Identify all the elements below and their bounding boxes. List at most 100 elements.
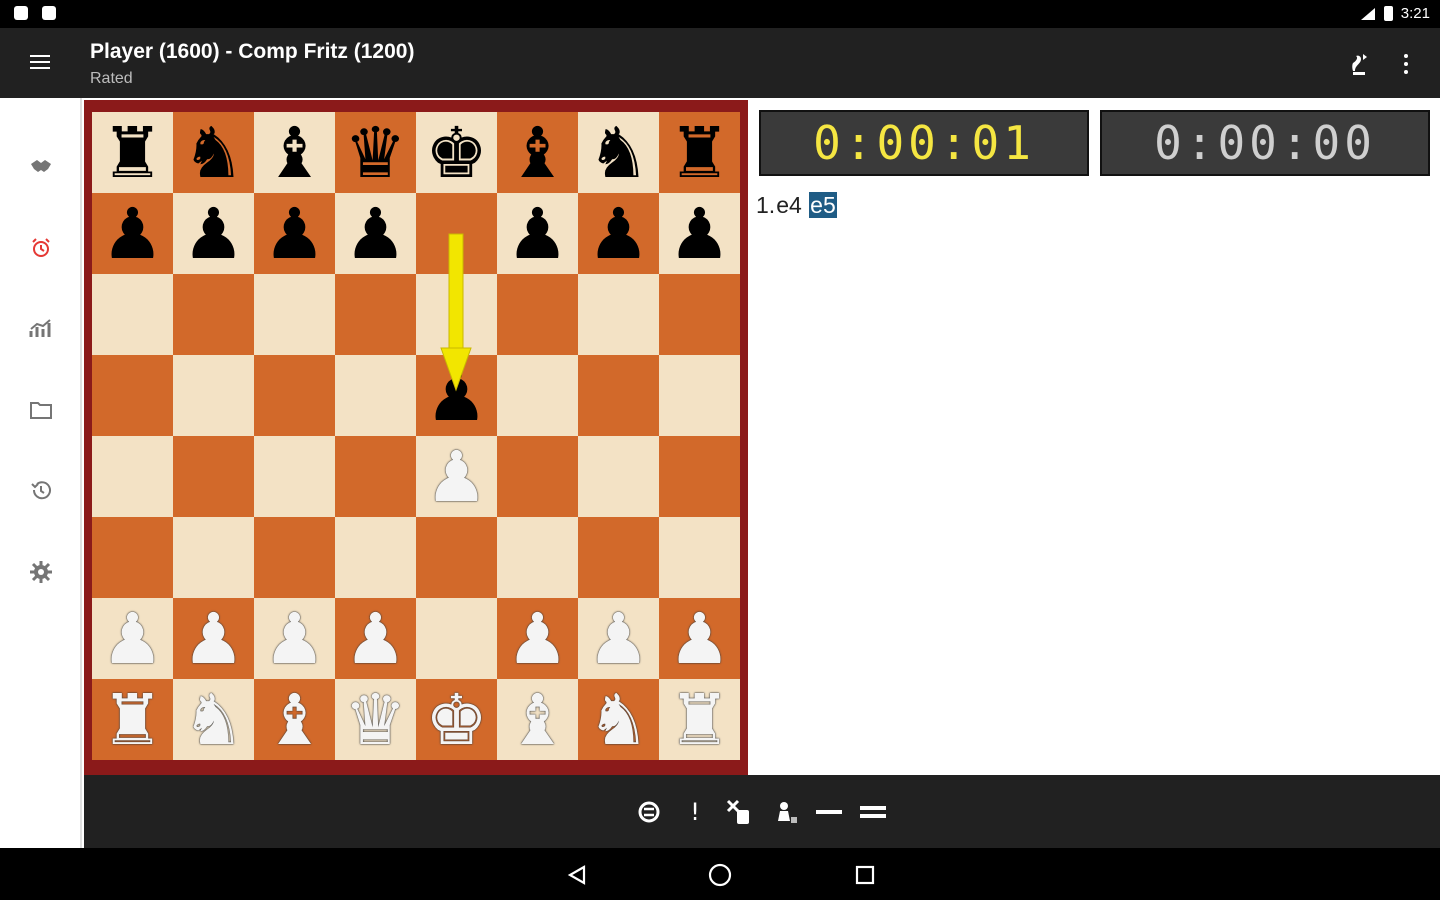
- square-b8[interactable]: ♞: [173, 112, 254, 193]
- black-rook-icon[interactable]: ♜: [668, 118, 731, 188]
- flip-board-button[interactable]: [1342, 48, 1374, 80]
- move-white[interactable]: e4: [775, 192, 803, 218]
- square-e7[interactable]: [416, 193, 497, 274]
- square-h4[interactable]: [659, 436, 740, 517]
- black-rook-icon[interactable]: ♜: [101, 118, 164, 188]
- square-c7[interactable]: ♟: [254, 193, 335, 274]
- black-pawn-icon[interactable]: ♟: [587, 199, 650, 269]
- square-a5[interactable]: [92, 355, 173, 436]
- square-e3[interactable]: [416, 517, 497, 598]
- move-black-current[interactable]: e5: [809, 192, 837, 218]
- square-f4[interactable]: [497, 436, 578, 517]
- square-f7[interactable]: ♟: [497, 193, 578, 274]
- square-c5[interactable]: [254, 355, 335, 436]
- black-bishop-icon[interactable]: ♝: [506, 118, 569, 188]
- square-d4[interactable]: [335, 436, 416, 517]
- square-h5[interactable]: [659, 355, 740, 436]
- black-king-icon[interactable]: ♚: [425, 118, 488, 188]
- black-queen-icon[interactable]: ♛: [344, 118, 407, 188]
- square-b2[interactable]: ♟: [173, 598, 254, 679]
- black-knight-icon[interactable]: ♞: [182, 118, 245, 188]
- square-f2[interactable]: ♟: [497, 598, 578, 679]
- square-e8[interactable]: ♚: [416, 112, 497, 193]
- white-pawn-icon[interactable]: ♟: [506, 604, 569, 674]
- white-pawn-icon[interactable]: ♟: [668, 604, 731, 674]
- square-g3[interactable]: [578, 517, 659, 598]
- square-d5[interactable]: [335, 355, 416, 436]
- square-c1[interactable]: ♝: [254, 679, 335, 760]
- hamburger-menu-icon[interactable]: [18, 48, 62, 78]
- equals-button[interactable]: [856, 795, 890, 829]
- sidebar-item-clock[interactable]: [21, 228, 61, 268]
- white-pawn-icon[interactable]: ♟: [182, 604, 245, 674]
- square-b3[interactable]: [173, 517, 254, 598]
- square-c2[interactable]: ♟: [254, 598, 335, 679]
- back-button[interactable]: [562, 860, 592, 890]
- white-bishop-icon[interactable]: ♝: [506, 685, 569, 755]
- sidebar-item-offer-draw[interactable]: [21, 146, 61, 186]
- square-d3[interactable]: [335, 517, 416, 598]
- black-pawn-icon[interactable]: ♟: [263, 199, 326, 269]
- square-c3[interactable]: [254, 517, 335, 598]
- square-h7[interactable]: ♟: [659, 193, 740, 274]
- square-h3[interactable]: [659, 517, 740, 598]
- square-b4[interactable]: [173, 436, 254, 517]
- home-button[interactable]: [705, 860, 735, 890]
- square-a2[interactable]: ♟: [92, 598, 173, 679]
- square-g5[interactable]: [578, 355, 659, 436]
- sidebar-item-folder[interactable]: [21, 390, 61, 430]
- white-queen-icon[interactable]: ♛: [344, 685, 407, 755]
- square-b6[interactable]: [173, 274, 254, 355]
- cut-pieces-button[interactable]: [722, 795, 756, 829]
- recents-button[interactable]: [850, 860, 880, 890]
- square-g8[interactable]: ♞: [578, 112, 659, 193]
- white-rook-icon[interactable]: ♜: [101, 685, 164, 755]
- square-a4[interactable]: [92, 436, 173, 517]
- square-f1[interactable]: ♝: [497, 679, 578, 760]
- square-g4[interactable]: [578, 436, 659, 517]
- square-d8[interactable]: ♛: [335, 112, 416, 193]
- square-h6[interactable]: [659, 274, 740, 355]
- white-knight-icon[interactable]: ♞: [587, 685, 650, 755]
- square-f3[interactable]: [497, 517, 578, 598]
- square-d7[interactable]: ♟: [335, 193, 416, 274]
- white-pawn-icon[interactable]: ♟: [587, 604, 650, 674]
- overflow-menu-icon[interactable]: [1390, 48, 1422, 80]
- square-c6[interactable]: [254, 274, 335, 355]
- square-f8[interactable]: ♝: [497, 112, 578, 193]
- square-c4[interactable]: [254, 436, 335, 517]
- sidebar-item-settings[interactable]: [21, 552, 61, 592]
- square-b7[interactable]: ♟: [173, 193, 254, 274]
- black-pawn-icon[interactable]: ♟: [182, 199, 245, 269]
- black-pawn-icon[interactable]: ♟: [101, 199, 164, 269]
- white-bishop-icon[interactable]: ♝: [263, 685, 326, 755]
- square-a6[interactable]: [92, 274, 173, 355]
- black-pawn-icon[interactable]: ♟: [425, 361, 488, 431]
- square-g2[interactable]: ♟: [578, 598, 659, 679]
- sidebar-item-history[interactable]: [21, 470, 61, 510]
- square-a1[interactable]: ♜: [92, 679, 173, 760]
- black-pawn-icon[interactable]: ♟: [506, 199, 569, 269]
- square-e1[interactable]: ♚: [416, 679, 497, 760]
- square-b5[interactable]: [173, 355, 254, 436]
- white-pawn-icon[interactable]: ♟: [101, 604, 164, 674]
- square-g7[interactable]: ♟: [578, 193, 659, 274]
- square-a8[interactable]: ♜: [92, 112, 173, 193]
- black-bishop-icon[interactable]: ♝: [263, 118, 326, 188]
- white-pawn-icon[interactable]: ♟: [344, 604, 407, 674]
- square-g1[interactable]: ♞: [578, 679, 659, 760]
- white-king-icon[interactable]: ♚: [425, 685, 488, 755]
- square-e6[interactable]: [416, 274, 497, 355]
- square-h8[interactable]: ♜: [659, 112, 740, 193]
- square-a7[interactable]: ♟: [92, 193, 173, 274]
- square-d2[interactable]: ♟: [335, 598, 416, 679]
- square-f6[interactable]: [497, 274, 578, 355]
- white-knight-icon[interactable]: ♞: [182, 685, 245, 755]
- square-f5[interactable]: [497, 355, 578, 436]
- engine-button[interactable]: [632, 795, 666, 829]
- square-e5[interactable]: ♟: [416, 355, 497, 436]
- square-d1[interactable]: ♛: [335, 679, 416, 760]
- square-g6[interactable]: [578, 274, 659, 355]
- white-rook-icon[interactable]: ♜: [668, 685, 731, 755]
- square-d6[interactable]: [335, 274, 416, 355]
